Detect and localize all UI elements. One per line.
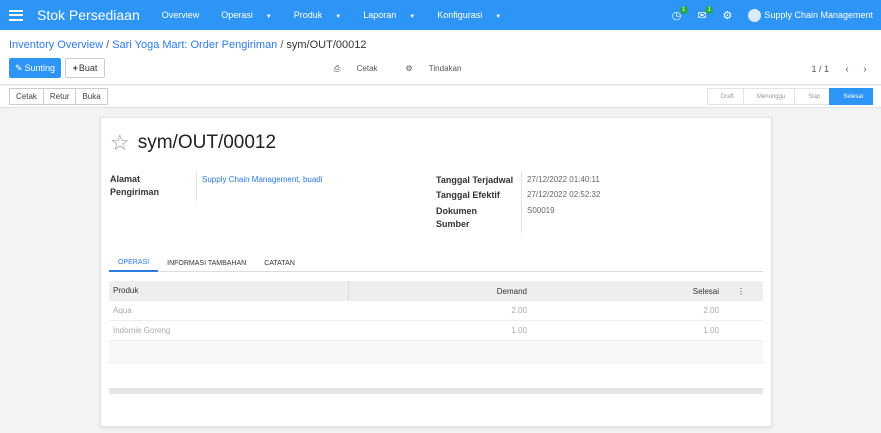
statusbar-buttons: Cetak Retur Buka bbox=[9, 88, 108, 105]
avatar bbox=[748, 8, 762, 22]
stage-done: Selesai bbox=[829, 88, 873, 105]
debug-gear-icon[interactable]: ⚙ bbox=[723, 9, 733, 22]
top-navbar: Stok Persediaan Overview Operasi ▼ Produk… bbox=[0, 0, 881, 30]
caret-down-icon: ▼ bbox=[409, 14, 416, 20]
pager: 1 / 1 ‹ › bbox=[811, 61, 873, 77]
caret-down-icon: ▼ bbox=[335, 14, 342, 20]
return-button[interactable]: Retur bbox=[42, 88, 77, 105]
edit-button[interactable]: ✎ Sunting bbox=[9, 58, 61, 78]
caret-down-icon: ▼ bbox=[265, 14, 272, 20]
company-name: Supply Chain Management bbox=[764, 10, 873, 20]
source-document-label: Dokumen Sumber bbox=[436, 206, 478, 229]
activity-clock-icon[interactable]: ◷ 1 bbox=[672, 5, 688, 22]
form-statusbar: Cetak Retur Buka Draft Menunggu Siap Sel… bbox=[0, 86, 881, 108]
form-sheet: ☆ sym/OUT/00012 Alamat Pengiriman Supply… bbox=[100, 117, 772, 427]
breadcrumb-separator: / bbox=[280, 39, 284, 51]
tab-catatan[interactable]: CATATAN bbox=[255, 254, 304, 272]
notebook-tabs: OPERASI INFORMASI TAMBAHAN CATATAN bbox=[109, 254, 763, 272]
breadcrumb-separator: / bbox=[106, 39, 110, 51]
messages-icon[interactable]: ✉ 1 bbox=[697, 5, 714, 22]
print-button[interactable]: Cetak bbox=[9, 88, 44, 105]
column-header-demand[interactable]: Demand bbox=[349, 287, 527, 296]
pager-next-button[interactable]: › bbox=[857, 61, 873, 77]
cell-product: Indomie Goreng bbox=[113, 326, 171, 335]
address-label: Alamat Pengiriman bbox=[110, 174, 160, 197]
stage-waiting: Menunggu bbox=[742, 88, 796, 105]
table-row[interactable]: Indomie Goreng 1.00 1.00 bbox=[109, 321, 763, 341]
table-scrollbar[interactable] bbox=[109, 388, 763, 394]
pager-value[interactable]: 1 / 1 bbox=[811, 64, 829, 74]
pager-previous-button[interactable]: ‹ bbox=[839, 61, 855, 77]
print-icon: ⎙ bbox=[334, 64, 341, 73]
cell-done: 2.00 bbox=[703, 306, 719, 315]
tab-operasi[interactable]: OPERASI bbox=[109, 254, 159, 272]
column-header-done[interactable]: Selesai bbox=[527, 287, 719, 296]
operations-table: Produk Demand Selesai ⋮ Aqua 2.00 2.00 I… bbox=[109, 281, 763, 364]
effective-date-label: Tanggal Efektif bbox=[436, 190, 500, 200]
field-divider bbox=[196, 171, 197, 201]
table-row[interactable]: Aqua 2.00 2.00 bbox=[109, 301, 763, 321]
pencil-icon: ✎ bbox=[14, 62, 23, 73]
cell-done: 1.00 bbox=[703, 326, 719, 335]
messages-badge: 1 bbox=[705, 5, 714, 14]
breadcrumb: Inventory Overview / Sari Yoga Mart: Order… bbox=[9, 39, 366, 51]
chevron-right-icon: › bbox=[863, 63, 867, 75]
print-menu[interactable]: ⎙ Cetak bbox=[334, 64, 392, 74]
menu-konfigurasi[interactable]: Konfigurasi ▼ bbox=[437, 10, 512, 20]
table-empty-row bbox=[109, 341, 763, 364]
action-menu[interactable]: ⚙ Tindakan bbox=[406, 64, 476, 74]
star-icon[interactable]: ☆ bbox=[110, 132, 130, 154]
gear-icon: ⚙ bbox=[405, 64, 413, 73]
record-title: sym/OUT/00012 bbox=[137, 132, 277, 153]
control-panel: Inventory Overview / Sari Yoga Mart: Order… bbox=[0, 30, 881, 85]
scheduled-date-field[interactable]: 27/12/2022 01:40:11 bbox=[527, 173, 600, 186]
table-header: Produk Demand Selesai ⋮ bbox=[109, 281, 763, 301]
user-menu[interactable]: Supply Chain Management bbox=[748, 8, 873, 22]
cell-product: Aqua bbox=[113, 306, 132, 315]
chevron-left-icon: ‹ bbox=[845, 63, 849, 75]
menu-laporan[interactable]: Laporan ▼ bbox=[363, 10, 426, 20]
navbar-systray: ◷ 1 ✉ 1 ⚙ Supply Chain Management bbox=[672, 0, 881, 30]
breadcrumb-order-pengiriman[interactable]: Sari Yoga Mart: Order Pengiriman bbox=[112, 39, 277, 51]
column-options-icon[interactable]: ⋮ bbox=[719, 287, 763, 296]
tab-informasi-tambahan[interactable]: INFORMASI TAMBAHAN bbox=[158, 254, 255, 272]
menu-produk[interactable]: Produk ▼ bbox=[294, 10, 352, 20]
stage-ready: Siap bbox=[794, 88, 831, 105]
unlock-button[interactable]: Buka bbox=[75, 88, 108, 105]
caret-down-icon: ▼ bbox=[495, 14, 502, 20]
cell-demand: 2.00 bbox=[511, 306, 527, 315]
menu-overview[interactable]: Overview bbox=[162, 10, 211, 20]
plus-icon: + bbox=[72, 63, 78, 73]
breadcrumb-inventory-overview[interactable]: Inventory Overview bbox=[9, 39, 103, 51]
stage-draft: Draft bbox=[706, 88, 744, 105]
effective-date-field[interactable]: 27/12/2022 02:52:32 bbox=[527, 188, 600, 201]
action-menus: ⎙ Cetak ⚙ Tindakan bbox=[334, 64, 489, 74]
menu-operasi[interactable]: Operasi ▼ bbox=[221, 10, 282, 20]
breadcrumb-current: sym/OUT/00012 bbox=[286, 39, 367, 51]
app-title[interactable]: Stok Persediaan bbox=[37, 7, 140, 23]
scheduled-date-label: Tanggal Terjadwal bbox=[436, 175, 514, 185]
main-menu: Overview Operasi ▼ Produk ▼ Laporan ▼ Konfi… bbox=[162, 10, 523, 20]
status-stages: Draft Menunggu Siap Selesai bbox=[706, 88, 873, 105]
activity-badge: 1 bbox=[679, 5, 688, 14]
create-button[interactable]: + Buat bbox=[65, 58, 105, 78]
cell-demand: 1.00 bbox=[511, 326, 527, 335]
apps-menu-icon[interactable] bbox=[9, 9, 23, 21]
field-divider bbox=[521, 171, 522, 233]
source-document-field[interactable]: S00019 bbox=[527, 204, 555, 217]
delivery-address-field[interactable]: Supply Chain Management, buadi bbox=[202, 173, 323, 186]
record-title-row: ☆ sym/OUT/00012 bbox=[110, 132, 276, 154]
column-header-product[interactable]: Produk bbox=[109, 281, 349, 301]
